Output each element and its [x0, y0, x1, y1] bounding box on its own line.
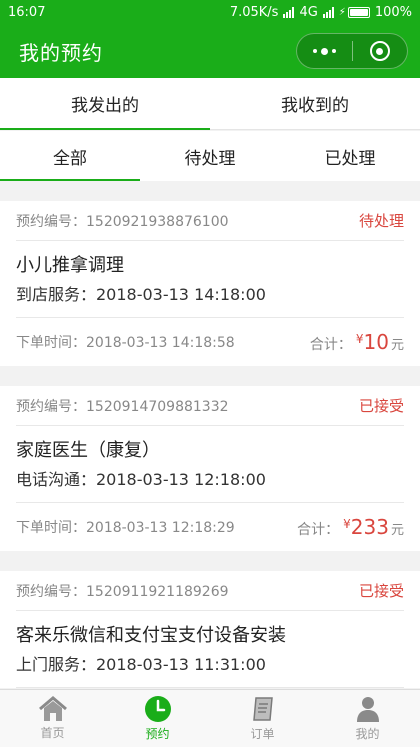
currency-unit: 元 [390, 338, 404, 353]
service-detail: 到店服务：2018-03-13 14:18:00 [16, 285, 266, 304]
order-icon [252, 697, 273, 721]
order-body: 家庭医生（康复） 电话沟通：2018-03-13 12:18:00 [16, 426, 404, 503]
total-amount: 10 [363, 330, 389, 354]
nav-booking[interactable]: 预约 [105, 690, 210, 747]
nav-label: 预约 [145, 727, 170, 741]
nav-mine[interactable]: 我的 [315, 690, 420, 747]
tab-pending[interactable]: 待处理 [140, 131, 280, 181]
service-detail: 电话沟通：2018-03-13 12:18:00 [16, 470, 266, 489]
order-time: 下单时间：2018-03-13 14:18:58 [16, 335, 235, 351]
nav-label: 订单 [250, 727, 275, 741]
order-number: 预约编号：1520921938876100 [16, 213, 229, 230]
status-indicators: 7.05K/s 4G ⚡ 100% [230, 5, 412, 20]
tab-all[interactable]: 全部 [0, 131, 140, 181]
order-card[interactable]: 预约编号：1520921938876100 待处理 小儿推拿调理 到店服务：20… [0, 201, 420, 366]
order-number: 预约编号：1520914709881332 [16, 398, 229, 415]
order-total: 合计： ¥ 10 元 [310, 330, 404, 354]
clock-icon [144, 696, 171, 722]
currency-symbol: ¥ [343, 517, 351, 531]
order-card[interactable]: 预约编号：1520914709881332 已接受 家庭医生（康复） 电话沟通：… [0, 386, 420, 551]
status-badge: 待处理 [358, 212, 404, 230]
person-icon [356, 697, 379, 722]
signal-icon [283, 6, 295, 18]
status-bar: 16:07 7.05K/s 4G ⚡ 100% [0, 0, 420, 24]
service-name: 家庭医生（康复） [16, 440, 160, 461]
status-badge: 已接受 [358, 582, 404, 600]
order-body: 客来乐微信和支付宝支付设备安装 上门服务：2018-03-13 11:31:00 [16, 611, 404, 688]
order-header: 预约编号：1520911921189269 已接受 [16, 571, 404, 611]
status-badge: 已接受 [358, 397, 404, 415]
order-footer: 下单时间：2018-03-13 14:18:58 合计： ¥ 10 元 [16, 318, 404, 366]
currency-symbol: ¥ [355, 332, 364, 346]
service-name: 客来乐微信和支付宝支付设备安装 [16, 625, 286, 646]
currency-unit: 元 [390, 523, 404, 538]
signal-icon-2 [322, 6, 334, 18]
order-number: 预约编号：1520911921189269 [16, 583, 229, 600]
order-card[interactable]: 预约编号：1520911921189269 已接受 客来乐微信和支付宝支付设备安… [0, 571, 420, 688]
page-title: 我的预约 [19, 40, 103, 65]
target-icon [369, 41, 390, 61]
battery-level: 100% [374, 4, 412, 20]
total-label: 合计： [297, 522, 340, 538]
title-bar: 我的预约 [0, 24, 420, 78]
nav-label: 我的 [355, 727, 380, 741]
order-body: 小儿推拿调理 到店服务：2018-03-13 14:18:00 [16, 241, 404, 318]
home-icon [38, 696, 67, 721]
total-amount: 233 [350, 515, 389, 539]
order-footer: 下单时间：2018-03-13 12:18:29 合计： ¥ 233 元 [16, 503, 404, 551]
order-header: 预约编号：1520921938876100 待处理 [16, 201, 404, 241]
bottom-nav: 首页 预约 订单 我的 [0, 689, 420, 747]
more-dots-icon [312, 47, 336, 55]
close-miniprogram-button[interactable] [353, 34, 408, 68]
tab-received[interactable]: 我收到的 [210, 78, 420, 129]
order-total: 合计： ¥ 233 元 [297, 515, 404, 539]
network-speed: 7.05K/s [229, 4, 279, 20]
status-time: 16:07 [8, 4, 46, 20]
tab-sent[interactable]: 我发出的 [0, 78, 210, 130]
tab-processed[interactable]: 已处理 [280, 131, 420, 181]
order-list: 预约编号：1520921938876100 待处理 小儿推拿调理 到店服务：20… [0, 181, 420, 689]
nav-home[interactable]: 首页 [0, 690, 105, 747]
total-label: 合计： [309, 337, 352, 353]
miniprogram-capsule [296, 33, 408, 69]
service-detail: 上门服务：2018-03-13 11:31:00 [16, 655, 266, 674]
order-time: 下单时间：2018-03-13 12:18:29 [16, 520, 235, 536]
sub-tabs: 全部 待处理 已处理 [0, 131, 420, 181]
nav-label: 首页 [40, 726, 65, 740]
network-type: 4G [299, 4, 318, 20]
main-tabs: 我发出的 我收到的 [0, 78, 420, 130]
order-header: 预约编号：1520914709881332 已接受 [16, 386, 404, 426]
battery-icon: ⚡ [339, 6, 370, 18]
service-name: 小儿推拿调理 [16, 255, 124, 276]
nav-orders[interactable]: 订单 [210, 690, 315, 747]
more-button[interactable] [297, 34, 352, 68]
